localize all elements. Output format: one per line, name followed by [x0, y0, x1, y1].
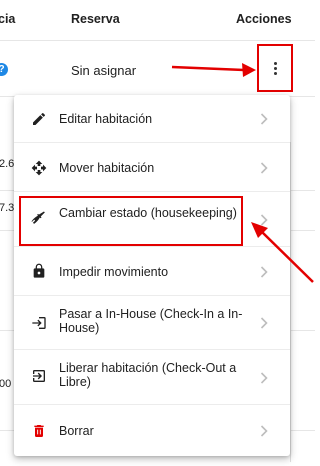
- chevron-right-icon: [260, 317, 268, 329]
- chevron-right-icon: [260, 372, 268, 384]
- chevron-right-icon: [260, 214, 268, 226]
- column-header-cia[interactable]: cia: [0, 12, 15, 26]
- table-column-divider: [290, 142, 301, 462]
- chevron-right-icon: [260, 162, 268, 174]
- menu-item-label: Editar habitación: [59, 112, 153, 126]
- room-actions-menu: Editar habitación Mover habitación Cambi…: [14, 95, 290, 456]
- reserva-cell: Sin asignar: [71, 63, 137, 78]
- partial-cell: 00: [0, 378, 12, 390]
- menu-item-impedir-movimiento[interactable]: Impedir movimiento: [14, 247, 290, 296]
- partial-cell: 7.3: [0, 202, 15, 214]
- partial-cell: 2.6: [0, 158, 15, 170]
- lock-icon: [33, 263, 45, 278]
- chevron-right-icon: [260, 113, 268, 125]
- trash-icon: [34, 425, 44, 437]
- menu-item-label: Cambiar estado (housekeeping): [59, 206, 237, 220]
- actions-menu-button[interactable]: [257, 44, 293, 92]
- more-vert-icon: [273, 61, 277, 75]
- broom-icon: [31, 211, 45, 224]
- column-header-acciones: Acciones: [236, 12, 292, 26]
- table-header: cia Reserva Acciones: [0, 0, 315, 41]
- menu-item-label: Liberar habitación (Check-Out a Libre): [59, 361, 237, 389]
- column-header-reserva[interactable]: Reserva: [71, 12, 120, 26]
- pencil-icon: [33, 112, 46, 125]
- menu-item-label: Pasar a In-House (Check-In a In-House): [59, 307, 243, 335]
- menu-item-label: Impedir movimiento: [59, 265, 169, 279]
- move-icon: [31, 160, 47, 176]
- menu-item-check-out[interactable]: Liberar habitación (Check-Out a Libre): [14, 350, 290, 405]
- menu-item-label: Mover habitación: [59, 161, 155, 175]
- menu-item-editar[interactable]: Editar habitación: [14, 95, 290, 143]
- menu-item-cambiar-estado[interactable]: Cambiar estado (housekeeping): [14, 192, 290, 247]
- chevron-right-icon: [260, 425, 268, 437]
- check-out-icon: [33, 370, 45, 382]
- menu-item-mover[interactable]: Mover habitación: [14, 143, 290, 192]
- menu-item-check-in[interactable]: Pasar a In-House (Check-In a In-House): [14, 296, 290, 350]
- menu-item-borrar[interactable]: Borrar: [14, 405, 290, 456]
- menu-item-label: Borrar: [59, 424, 94, 438]
- help-icon[interactable]: ?: [0, 63, 8, 76]
- chevron-right-icon: [260, 266, 268, 278]
- check-in-icon: [32, 317, 46, 329]
